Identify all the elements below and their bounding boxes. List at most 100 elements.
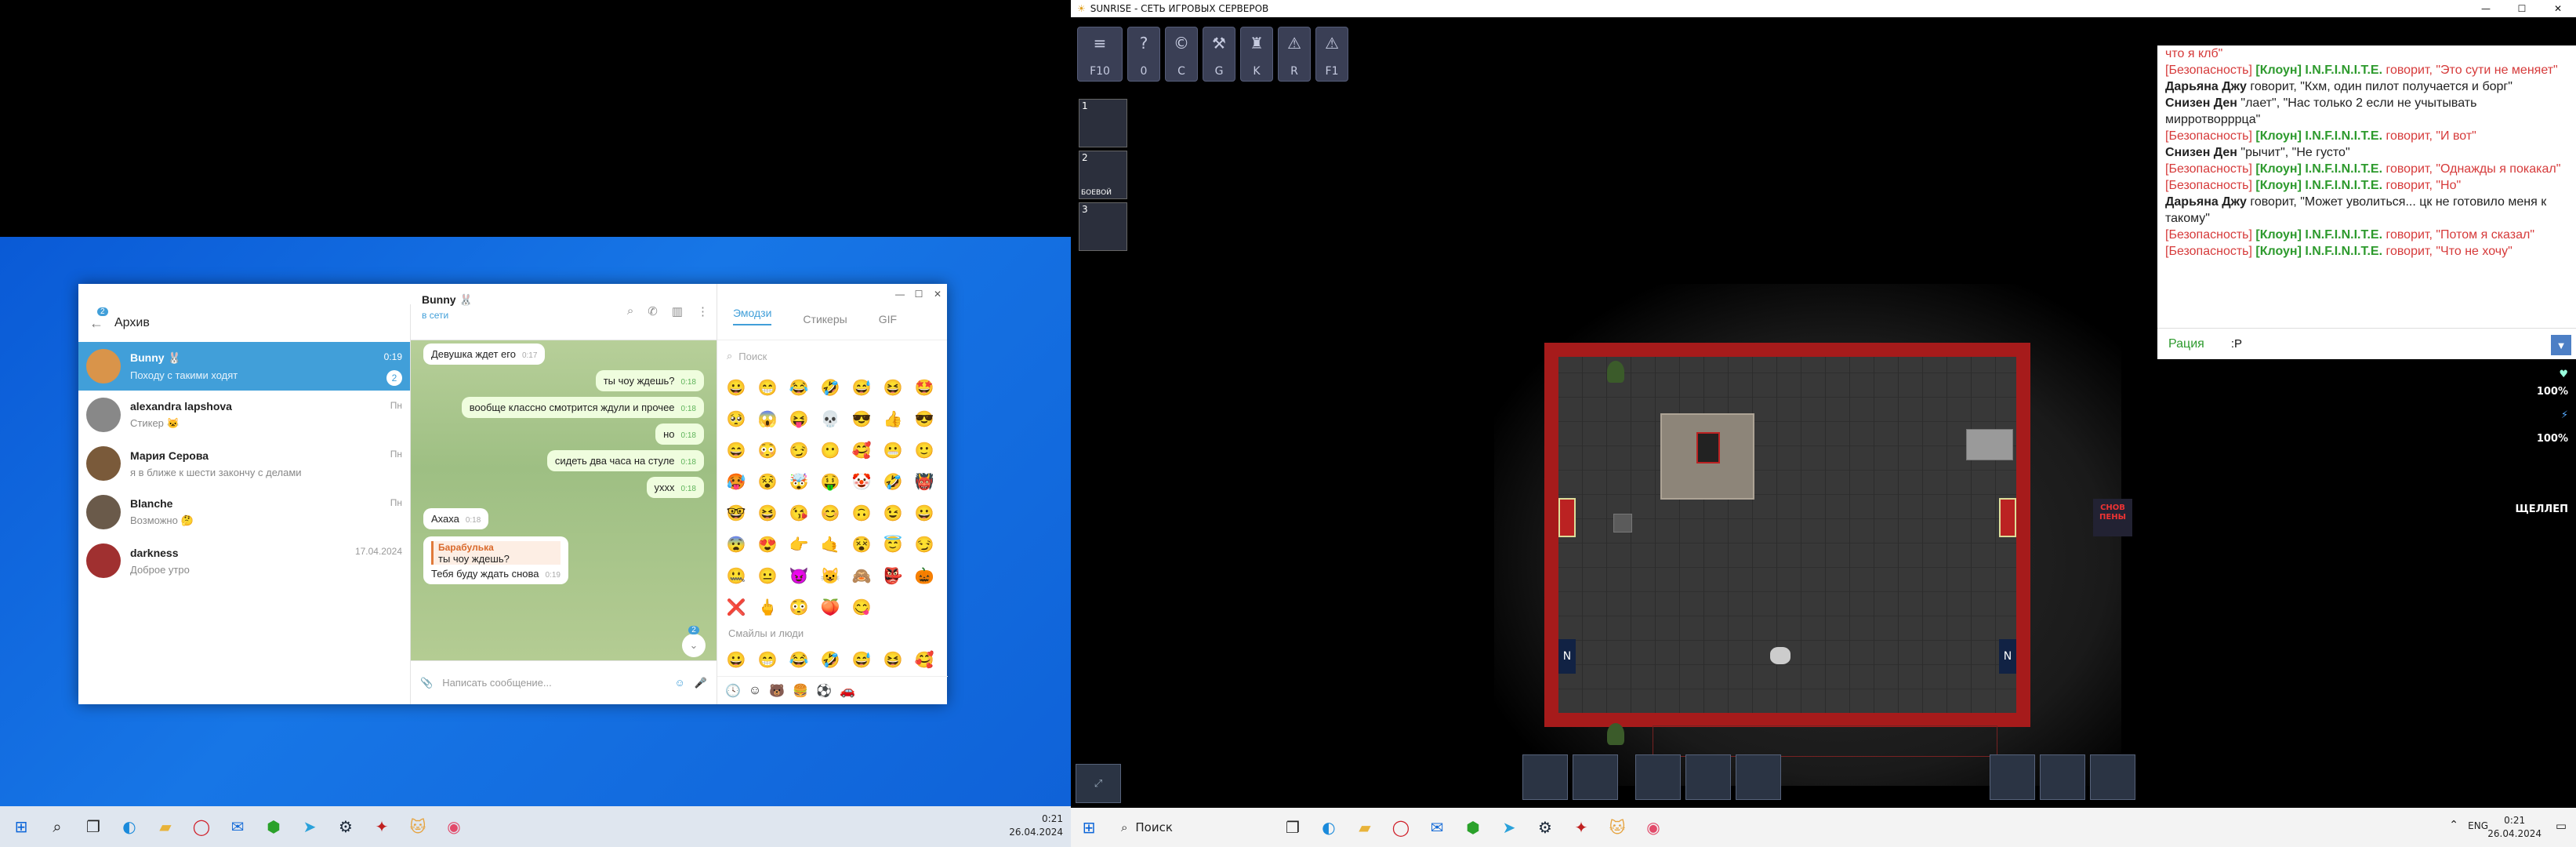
chat-list-item[interactable]: Bunny 🐰 Походу с такими ходят 0:19 2 [78, 342, 410, 391]
message-bubble[interactable]: вообще классно смотрится ждули и прочее 0… [461, 397, 704, 418]
sports-category-icon[interactable]: ⚽ [816, 683, 832, 699]
hud-button[interactable]: ⚒ G [1203, 27, 1235, 82]
table-right[interactable] [1966, 429, 2013, 460]
emoji-item[interactable]: 🙃 [846, 497, 877, 529]
hud-button[interactable]: © C [1165, 27, 1198, 82]
cat-icon[interactable]: 🐱 [400, 809, 436, 845]
emoji-item[interactable]: 😺 [815, 560, 846, 591]
chat-list-item[interactable]: darkness Доброе утро 17.04.2024 [78, 536, 410, 585]
inventory-slot[interactable] [1685, 754, 1731, 800]
emoji-item[interactable]: 🥵 [720, 466, 752, 497]
emoji-item[interactable]: 💀 [815, 403, 846, 434]
steam-icon[interactable]: ⚙ [1527, 809, 1563, 845]
chat-list-item[interactable]: Мария Серова я в ближе к шести закончу с … [78, 439, 410, 488]
minimize-icon[interactable]: — [2468, 0, 2504, 17]
emoji-item[interactable]: 👹 [909, 466, 940, 497]
cat-icon[interactable]: 🐱 [1599, 809, 1635, 845]
emoji-item[interactable]: 🤣 [815, 644, 846, 675]
emoji-item[interactable]: 😐 [752, 560, 783, 591]
emoji-item[interactable]: 😆 [877, 372, 909, 403]
telegram-icon[interactable]: ➤ [292, 809, 328, 845]
task-view-icon[interactable]: ❐ [75, 809, 111, 845]
taskbar-search[interactable]: ⌕ Поиск [1110, 812, 1275, 843]
back-arrow-icon[interactable]: ← 2 [89, 307, 108, 332]
mail-icon[interactable]: ✉ [1419, 809, 1455, 845]
emoji-item[interactable]: 😶 [815, 434, 846, 466]
emoji-item[interactable]: 😈 [783, 560, 815, 591]
chat-list-item[interactable]: Blanche Возможно 🤔 Пн [78, 488, 410, 536]
game-icon[interactable]: ✦ [364, 809, 400, 845]
toggle-panel-button[interactable]: ⤢ [1076, 764, 1121, 803]
emoji-tab[interactable]: Стикеры [803, 313, 847, 325]
smile-category-icon[interactable]: ☺ [749, 684, 761, 698]
emoji-item[interactable]: 👉 [783, 529, 815, 560]
sidebar-toggle-icon[interactable]: ▥ [672, 304, 683, 318]
emoji-item[interactable]: 😅 [846, 644, 877, 675]
chat-input[interactable]: :P [2231, 336, 2242, 352]
emoji-item[interactable]: 😱 [752, 403, 783, 434]
animals-category-icon[interactable]: 🐻 [769, 683, 785, 699]
emoji-item[interactable]: 🤡 [846, 466, 877, 497]
emoji-icon[interactable]: ☺ [675, 677, 685, 689]
emoji-item[interactable]: 😆 [752, 497, 783, 529]
emoji-item[interactable]: 😬 [877, 434, 909, 466]
emoji-item[interactable]: 😇 [877, 529, 909, 560]
message-bubble[interactable]: сидеть два часа на стуле 0:18 [546, 450, 704, 471]
message-area[interactable]: ⌄ 2 Девушка ждет его 0:17 ты чоу ждешь? 0:18… [411, 340, 717, 660]
windows-start-icon[interactable]: ⊞ [1071, 809, 1107, 845]
task-view-icon[interactable]: ❐ [1275, 809, 1311, 845]
emoji-item[interactable]: 🙈 [846, 560, 877, 591]
inventory-slot[interactable] [1522, 754, 1568, 800]
inventory-slot[interactable] [1736, 754, 1781, 800]
more-icon[interactable]: ⋮ [697, 304, 709, 318]
emoji-item[interactable]: 😍 [752, 529, 783, 560]
emoji-item[interactable]: 😵 [846, 529, 877, 560]
emoji-item[interactable]: 🎃 [909, 560, 940, 591]
emoji-item[interactable]: 🤩 [909, 372, 940, 403]
inventory-slot[interactable] [2040, 754, 2085, 800]
emoji-item[interactable]: 🥰 [846, 434, 877, 466]
food-category-icon[interactable]: 🍔 [793, 683, 808, 699]
emoji-item[interactable]: 😀 [909, 497, 940, 529]
emoji-item[interactable]: ❌ [720, 591, 752, 623]
game-viewport[interactable]: ≡ F10? 0 © C ⚒ G ♜ K ⚠ R ⚠ F1 1 2 БОЕВОЙ 3 N N СНОВ ПЕН… [1071, 17, 2576, 808]
ability-slot[interactable]: 3 [1079, 202, 1127, 251]
emoji-item[interactable]: 🍑 [815, 591, 846, 623]
inventory-slot[interactable] [1635, 754, 1681, 800]
microphone-icon[interactable]: 🎤 [695, 677, 707, 689]
inventory-slot[interactable] [1990, 754, 2035, 800]
hud-button[interactable]: ♜ K [1240, 27, 1273, 82]
emoji-item[interactable]: 🤙 [815, 529, 846, 560]
mail-icon[interactable]: ✉ [220, 809, 256, 845]
message-bubble[interactable]: ухxx 0:18 [646, 477, 704, 498]
ability-slot[interactable]: 2 БОЕВОЙ [1079, 151, 1127, 199]
emoji-item[interactable]: 😀 [720, 644, 752, 675]
chat-channel-selector[interactable]: Рация [2168, 336, 2204, 352]
emoji-item[interactable]: 🙂 [909, 434, 940, 466]
emoji-item[interactable]: 😁 [752, 372, 783, 403]
telegram-icon[interactable]: ➤ [1491, 809, 1527, 845]
hud-button[interactable]: ⚠ R [1278, 27, 1311, 82]
emoji-item[interactable]: 🤣 [815, 372, 846, 403]
game-icon[interactable]: ✦ [1563, 809, 1599, 845]
search-icon[interactable]: ⌕ [627, 304, 633, 318]
travel-category-icon[interactable]: 🚗 [840, 683, 855, 699]
emoji-item[interactable]: 🤐 [720, 560, 752, 591]
emoji-item[interactable]: 😎 [909, 403, 940, 434]
steam-icon[interactable]: ⚙ [328, 809, 364, 845]
emoji-item[interactable]: 😝 [783, 403, 815, 434]
emoji-item[interactable]: 😏 [909, 529, 940, 560]
cat-npc[interactable] [1770, 647, 1791, 664]
discord-icon[interactable]: ◉ [436, 809, 472, 845]
emoji-item[interactable]: 🤣 [877, 466, 909, 497]
emoji-item[interactable]: 😎 [846, 403, 877, 434]
edge-icon[interactable]: ◐ [1311, 809, 1347, 845]
send-icon[interactable]: ▼ [2551, 335, 2571, 355]
emoji-item[interactable]: 🖕 [752, 591, 783, 623]
close-icon[interactable]: ✕ [2540, 0, 2576, 17]
inventory-slot[interactable] [1573, 754, 1618, 800]
notifications-icon[interactable]: ▭ [2556, 819, 2567, 833]
emoji-item[interactable]: 😨 [720, 529, 752, 560]
reply-quote[interactable]: Барабулька ты чоу ждешь? [431, 541, 561, 565]
emoji-item[interactable]: 👺 [877, 560, 909, 591]
